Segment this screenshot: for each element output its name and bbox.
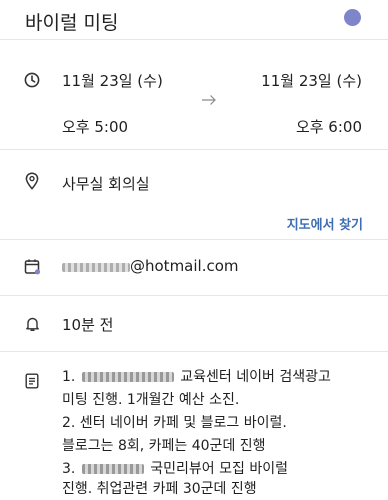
end-time[interactable]: 오후 6:00 xyxy=(296,116,362,137)
description-text: 교육센터 네이버 검색광고 xyxy=(180,369,331,385)
description-line: 블로그는 8회, 카페는 40군데 진행 xyxy=(62,438,266,454)
redacted-account-name xyxy=(62,263,130,272)
description-line: 2. 센터 네이버 카페 및 블로그 바이럴. xyxy=(62,415,287,431)
description-line: 3. 국민리뷰어 모집 바이럴 xyxy=(62,458,288,478)
event-color-dot[interactable] xyxy=(344,9,361,26)
description-section: 1. 교육센터 네이버 검색광고 미팅 진행. 1개월간 예산 소진. 2. 센… xyxy=(0,352,388,500)
bell-icon xyxy=(26,317,39,331)
location-name[interactable]: 사무실 회의실 xyxy=(62,173,150,194)
event-title-row: 바이럴 미팅 xyxy=(0,0,388,40)
arrow-right-icon xyxy=(202,95,216,105)
end-date[interactable]: 11월 23일 (수) xyxy=(261,70,362,91)
description-text: 3. xyxy=(62,461,76,477)
notes-icon xyxy=(25,373,39,389)
clock-icon xyxy=(24,72,40,88)
location-section: 사무실 회의실 지도에서 찾기 xyxy=(0,150,388,240)
description-text: 국민리뷰어 모집 바이럴 xyxy=(150,461,288,477)
calendar-account-section: @hotmail.com xyxy=(0,240,388,296)
description-text: 1. xyxy=(62,369,76,385)
reminder-time[interactable]: 10분 전 xyxy=(62,314,113,335)
description-line: 미팅 진행. 1개월간 예산 소진. xyxy=(62,392,240,408)
event-title: 바이럴 미팅 xyxy=(25,12,119,34)
calendar-icon xyxy=(24,259,41,275)
location-pin-icon xyxy=(25,172,39,190)
calendar-account-email: @hotmail.com xyxy=(130,257,239,275)
redacted-text xyxy=(81,464,144,474)
find-on-map-link[interactable]: 지도에서 찾기 xyxy=(287,214,363,233)
start-date[interactable]: 11월 23일 (수) xyxy=(62,70,163,91)
event-time-section[interactable]: 11월 23일 (수) 오후 5:00 11월 23일 (수) 오후 6:00 xyxy=(0,40,388,150)
description-line: 1. 교육센터 네이버 검색광고 xyxy=(62,366,331,386)
reminder-section[interactable]: 10분 전 xyxy=(0,296,388,352)
redacted-text xyxy=(81,372,174,382)
start-time[interactable]: 오후 5:00 xyxy=(62,116,128,137)
description-line: 진행. 취업관련 카페 30군데 진행 xyxy=(62,481,257,497)
